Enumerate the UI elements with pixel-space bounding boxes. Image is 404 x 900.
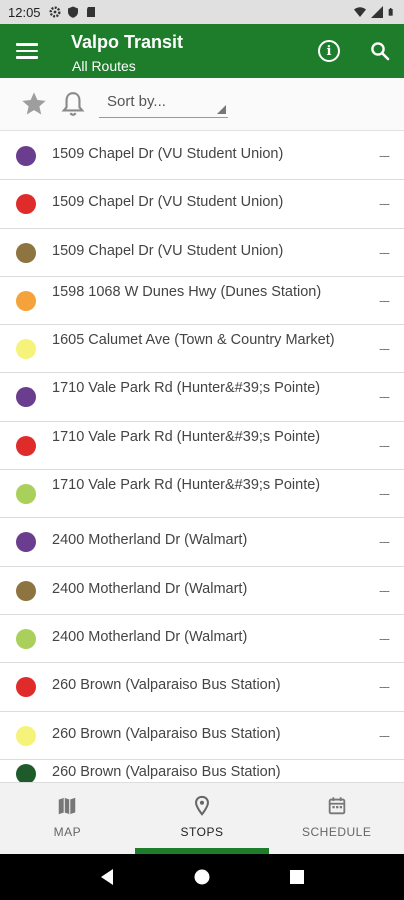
- stop-row[interactable]: 2400 Motherland Dr (Walmart) ---: [0, 566, 404, 615]
- route-color-dot: [16, 435, 36, 456]
- stop-row[interactable]: 2400 Motherland Dr (Walmart) ---: [0, 614, 404, 664]
- arrival-time: ---: [379, 244, 390, 260]
- shield-icon: [67, 6, 78, 18]
- stop-row[interactable]: 1598 1068 W Dunes Hwy (Dunes Station) ---: [0, 276, 404, 326]
- status-time: 12:05: [8, 4, 41, 20]
- stop-name: 1605 Calumet Ave (Town & Country Market): [52, 332, 335, 349]
- sort-by-dropdown[interactable]: Sort by...: [99, 92, 228, 118]
- info-icon[interactable]: i: [318, 40, 340, 62]
- route-color-dot: [16, 339, 36, 360]
- stop-row[interactable]: 2400 Motherland Dr (Walmart) ---: [0, 518, 404, 567]
- route-color-dot: [16, 580, 36, 601]
- map-icon: [59, 797, 76, 815]
- route-color-dot: [16, 194, 36, 215]
- wifi-icon: [354, 7, 366, 17]
- route-color-dot: [16, 387, 36, 408]
- stop-name: 2400 Motherland Dr (Walmart): [52, 532, 248, 549]
- arrival-time: ---: [379, 196, 390, 212]
- app-bar: Valpo Transit All Routes i: [0, 24, 404, 78]
- stop-row[interactable]: 1509 Chapel Dr (VU Student Union) ---: [0, 228, 404, 277]
- app-subtitle[interactable]: All Routes: [72, 58, 136, 74]
- stop-name: 2400 Motherland Dr (Walmart): [52, 628, 248, 645]
- arrival-time: ---: [379, 486, 390, 502]
- arrival-time: ---: [379, 341, 390, 357]
- settings-gear-icon: [49, 6, 61, 18]
- sort-by-label: Sort by...: [107, 93, 166, 110]
- stop-name: 1598 1068 W Dunes Hwy (Dunes Station): [52, 283, 322, 300]
- stop-list[interactable]: 1509 Chapel Dr (VU Student Union) --- 1509…: [0, 132, 404, 782]
- home-icon[interactable]: [193, 868, 211, 886]
- recents-icon[interactable]: [289, 869, 305, 885]
- stop-name: 260 Brown (Valparaiso Bus Station): [52, 763, 281, 780]
- stop-name: 1710 Vale Park Rd (Hunter&#39;s Pointe): [52, 477, 321, 494]
- arrival-time: ---: [379, 437, 390, 453]
- stop-name: 1509 Chapel Dr (VU Student Union): [52, 242, 284, 259]
- search-icon[interactable]: [370, 41, 390, 61]
- filter-toolbar: Sort by...: [0, 78, 404, 131]
- arrival-time: ---: [379, 630, 390, 646]
- app-title: Valpo Transit: [71, 32, 184, 52]
- stop-row[interactable]: 1509 Chapel Dr (VU Student Union) ---: [0, 180, 404, 229]
- route-color-dot: [16, 725, 36, 746]
- route-color-dot: [16, 146, 36, 166]
- route-color-dot: [16, 484, 36, 505]
- tab-stops-label: STOPS: [180, 825, 224, 839]
- route-color-dot: [16, 532, 36, 553]
- back-icon[interactable]: [99, 868, 115, 886]
- route-color-dot: [16, 763, 36, 782]
- stop-name: 1710 Vale Park Rd (Hunter&#39;s Pointe): [52, 428, 321, 445]
- hamburger-menu-icon[interactable]: [16, 39, 38, 63]
- arrival-time: ---: [379, 292, 390, 308]
- stop-name: 1710 Vale Park Rd (Hunter&#39;s Pointe): [52, 380, 321, 397]
- stop-row[interactable]: 1710 Vale Park Rd (Hunter&#39;s Pointe) -…: [0, 470, 404, 519]
- arrival-time: ---: [379, 727, 390, 743]
- arrival-time: ---: [379, 389, 390, 405]
- tab-map[interactable]: MAP: [0, 783, 135, 854]
- arrival-time: ---: [379, 582, 390, 598]
- battery-icon: [388, 8, 393, 16]
- tab-map-label: MAP: [53, 825, 82, 839]
- tab-schedule[interactable]: SCHEDULE: [269, 783, 404, 854]
- arrival-time: ---: [379, 148, 390, 163]
- stop-row[interactable]: 1605 Calumet Ave (Town & Country Market)…: [0, 325, 404, 374]
- stop-name: 260 Brown (Valparaiso Bus Station): [52, 725, 281, 742]
- dropdown-caret-icon: [217, 105, 226, 114]
- location-pin-icon: [195, 795, 209, 816]
- tab-schedule-label: SCHEDULE: [302, 825, 372, 839]
- stop-row[interactable]: 260 Brown (Valparaiso Bus Station) ---: [0, 711, 404, 760]
- stop-name: 1509 Chapel Dr (VU Student Union): [52, 194, 284, 211]
- arrival-time: ---: [379, 534, 390, 550]
- stop-name: 260 Brown (Valparaiso Bus Station): [52, 677, 281, 694]
- signal-icon: [371, 6, 383, 18]
- calendar-icon: [328, 797, 345, 815]
- system-navigation-bar: [0, 854, 404, 900]
- stop-row[interactable]: 1509 Chapel Dr (VU Student Union) ---: [0, 132, 404, 181]
- status-bar: 12:05: [0, 0, 404, 24]
- sd-card-icon: [86, 7, 95, 17]
- bottom-navigation: MAP STOPS SCHEDULE: [0, 782, 404, 854]
- favorite-star-icon[interactable]: [20, 90, 48, 118]
- route-color-dot: [16, 290, 36, 311]
- stop-row[interactable]: 1710 Vale Park Rd (Hunter&#39;s Pointe) -…: [0, 421, 404, 471]
- stop-row[interactable]: 260 Brown (Valparaiso Bus Station) ---: [0, 663, 404, 712]
- stop-row[interactable]: 1710 Vale Park Rd (Hunter&#39;s Pointe) -…: [0, 373, 404, 422]
- arrival-time: ---: [379, 679, 390, 695]
- route-color-dot: [16, 628, 36, 649]
- notification-bell-icon[interactable]: [60, 90, 86, 118]
- tab-stops[interactable]: STOPS: [134, 783, 270, 854]
- route-color-dot: [16, 242, 36, 263]
- stop-row[interactable]: 260 Brown (Valparaiso Bus Station): [0, 759, 404, 782]
- route-color-dot: [16, 677, 36, 698]
- stop-name: 1509 Chapel Dr (VU Student Union): [52, 146, 284, 162]
- stop-name: 2400 Motherland Dr (Walmart): [52, 580, 248, 597]
